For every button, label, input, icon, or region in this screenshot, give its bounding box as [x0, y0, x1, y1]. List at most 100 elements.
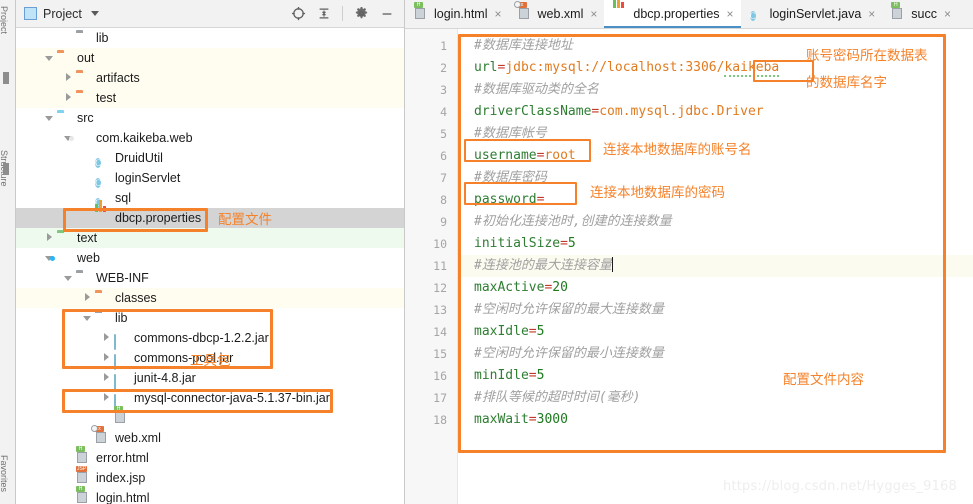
- close-icon[interactable]: ×: [495, 7, 502, 21]
- tree-item-login.html[interactable]: Hlogin.html: [16, 485, 404, 504]
- left-tool-strip[interactable]: Project Structure Favorites: [0, 0, 16, 504]
- chevron-right-icon[interactable]: [45, 228, 54, 248]
- editor-tab-web-xml[interactable]: x web.xml ×: [508, 0, 605, 28]
- code-line[interactable]: #连接池的最大连接容量: [459, 255, 973, 277]
- watermark: https://blog.csdn.net/Hygges_9168: [723, 479, 957, 494]
- close-icon[interactable]: ×: [868, 7, 875, 21]
- code-line[interactable]: #排队等候的超时时间(毫秒): [459, 387, 973, 409]
- tree-item-web.xml[interactable]: x web.xml: [16, 424, 404, 448]
- tree-item-dbcp.properties[interactable]: dbcp.properties: [16, 199, 404, 228]
- editor-tab-succ[interactable]: Hsucc ×: [882, 0, 959, 28]
- tree-item-druidutil[interactable]: C DruidUtil: [16, 148, 404, 168]
- project-file-tree[interactable]: lib out artifacts test src com.kaikeba.web C Dr…: [16, 28, 404, 504]
- code-line[interactable]: #数据库驱动类的全名: [459, 79, 973, 101]
- editor-tab-bar[interactable]: Hlogin.html × x web.xml × dbcp.properties × Clo…: [405, 0, 973, 29]
- line-number: 11: [433, 259, 447, 273]
- tree-item-label: text: [77, 231, 98, 245]
- tree-item-mysql-connector-java-5.1.37-bin.jar[interactable]: mysql-connector-java-5.1.37-bin.jar: [16, 388, 404, 410]
- property-value-highlighted: kaikeba: [724, 60, 780, 77]
- code-lines[interactable]: #数据库连接地址 url = jdbc:mysql://localhost:3306/…: [459, 29, 973, 504]
- tree-item-src[interactable]: src: [16, 108, 404, 128]
- chevron-down-icon[interactable]: [90, 11, 99, 16]
- settings-gear-icon[interactable]: [354, 6, 369, 21]
- chevron-right-icon[interactable]: [64, 68, 73, 88]
- tree-item-text[interactable]: text: [16, 228, 404, 248]
- tree-item-index.jsp[interactable]: JSP index.jsp: [16, 465, 404, 488]
- annotation-file-content: 配置文件内容: [783, 372, 864, 388]
- chevron-right-icon[interactable]: [102, 348, 111, 368]
- property-equals: =: [528, 324, 537, 339]
- chevron-right-icon[interactable]: [102, 368, 111, 388]
- tree-item-classes[interactable]: classes: [16, 288, 404, 308]
- property-value: 20: [552, 280, 568, 295]
- property-value: root: [544, 148, 576, 163]
- close-icon[interactable]: ×: [590, 7, 597, 21]
- folder-icon: [57, 52, 72, 65]
- project-title-button[interactable]: Project: [24, 7, 99, 21]
- chevron-right-icon[interactable]: [64, 88, 73, 108]
- folder-icon: [57, 232, 72, 245]
- editor-tab-login-html[interactable]: Hlogin.html ×: [405, 0, 509, 28]
- java-class-icon: C: [95, 177, 102, 188]
- left-strip-label-favorites[interactable]: Favorites: [0, 455, 9, 492]
- chevron-down-icon[interactable]: [45, 108, 54, 128]
- collapse-all-icon[interactable]: [317, 6, 331, 21]
- tree-item-error.html[interactable]: Herror.html: [16, 445, 404, 468]
- tree-item-label: web.xml: [115, 431, 161, 445]
- line-number: 6: [440, 149, 447, 163]
- tree-item-commons-dbcp-1.2.2.jar[interactable]: commons-dbcp-1.2.2.jar: [16, 328, 404, 350]
- chevron-right-icon[interactable]: [83, 288, 92, 308]
- minimize-icon[interactable]: [380, 7, 394, 21]
- java-class-icon: C: [95, 157, 102, 168]
- tree-item-label: loginServlet: [115, 171, 181, 185]
- tree-item-loginservlet[interactable]: CloginServlet: [16, 168, 404, 188]
- code-line[interactable]: maxIdle=5: [459, 321, 973, 343]
- code-line[interactable]: maxActive=20: [459, 277, 973, 299]
- close-icon[interactable]: ×: [944, 7, 951, 21]
- close-icon[interactable]: ×: [727, 7, 734, 21]
- tree-item-lib[interactable]: lib: [16, 28, 404, 48]
- tree-item-label: web: [77, 251, 100, 265]
- toolbar-divider: [342, 6, 343, 21]
- annotation-config-file: 配置文件: [218, 212, 272, 228]
- web-module-icon: [57, 252, 72, 265]
- property-key: initialSize: [474, 236, 561, 251]
- tree-item-artifacts[interactable]: artifacts: [16, 68, 404, 88]
- left-strip-label-project[interactable]: Project: [0, 6, 9, 34]
- code-line[interactable]: initialSize=5: [459, 233, 973, 255]
- tree-item-label: login.html: [96, 491, 150, 504]
- editor-tab-loginservlet-java[interactable]: CloginServlet.java ×: [740, 0, 883, 28]
- code-editor[interactable]: 1 2 3 4 5 6 7 8 9 10 11 12 13 14 15 16 17 18 #数据库连接地址 url=…: [405, 29, 973, 504]
- editor-tab-dbcp-properties[interactable]: dbcp.properties ×: [604, 0, 741, 28]
- chevron-down-icon[interactable]: [83, 308, 92, 328]
- code-line[interactable]: #空闲时允许保留的最小连接数量: [459, 343, 973, 365]
- line-number: 2: [440, 61, 447, 75]
- tree-item-sql[interactable]: Csql: [16, 188, 404, 208]
- chevron-down-icon[interactable]: [45, 48, 54, 68]
- tree-item-web[interactable]: web: [16, 248, 404, 268]
- code-line[interactable]: driverClassName=com.mysql.jdbc.Driver: [459, 101, 973, 123]
- code-line[interactable]: #初始化连接池时,创建的连接数量: [459, 211, 973, 233]
- line-number: 14: [433, 325, 447, 339]
- tree-item-blank[interactable]: H: [16, 405, 404, 428]
- property-value: jdbc:mysql://localhost:3306/: [505, 60, 725, 75]
- html-file-icon: H: [891, 1, 906, 21]
- locate-icon[interactable]: [291, 6, 306, 21]
- tree-item-test[interactable]: test: [16, 88, 404, 108]
- project-panel-header: Project: [16, 0, 404, 28]
- code-line[interactable]: #空闲时允许保留的最大连接数量: [459, 299, 973, 321]
- tree-item-label: WEB-INF: [96, 271, 149, 285]
- tree-item-com.kaikeba.web[interactable]: com.kaikeba.web: [16, 128, 404, 148]
- chevron-right-icon[interactable]: [102, 328, 111, 348]
- tree-item-web-inf[interactable]: WEB-INF: [16, 268, 404, 288]
- tree-item-lib[interactable]: lib: [16, 308, 404, 328]
- code-comment: #空闲时允许保留的最大连接数量: [474, 302, 664, 317]
- code-line[interactable]: minIdle=5: [459, 365, 973, 387]
- chevron-down-icon[interactable]: [64, 268, 73, 288]
- tree-item-junit-4.8.jar[interactable]: junit-4.8.jar: [16, 368, 404, 390]
- chevron-right-icon[interactable]: [102, 388, 111, 408]
- code-line[interactable]: maxWait=3000: [459, 409, 973, 431]
- tree-item-out[interactable]: out: [16, 48, 404, 68]
